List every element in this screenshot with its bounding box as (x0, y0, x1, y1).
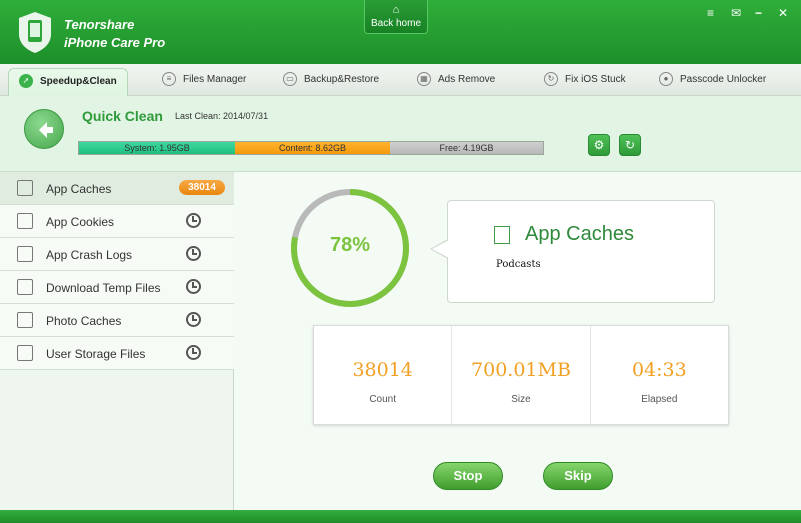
clock-icon (186, 345, 201, 360)
arrow-left-icon (39, 122, 53, 138)
minimize-icon[interactable]: − (755, 6, 762, 20)
feedback-icon[interactable]: ✉ (731, 6, 741, 20)
storage-free: Free: 4.19GB (390, 142, 543, 154)
sidebar-item-app-caches[interactable]: App Caches 38014 (0, 172, 234, 205)
last-clean-date: Last Clean: 2014/07/31 (175, 111, 269, 121)
sidebar-item-download-temp-files[interactable]: Download Temp Files (0, 271, 234, 304)
product-name: iPhone Care Pro (64, 35, 166, 50)
progress-percent: 78% (329, 234, 371, 256)
user-icon: ● (659, 72, 673, 87)
brand-name: Tenorshare (64, 17, 135, 32)
rocket-icon: ➚ (19, 74, 33, 89)
stat-value: 700.01MB (471, 359, 571, 381)
main-tabs: ➚ Speedup&Clean ≡ Files Manager ▭ Backup&Re… (0, 64, 801, 98)
stat-value: 38014 (352, 359, 413, 381)
storage-icon (17, 345, 33, 361)
stop-button[interactable]: Stop (433, 462, 503, 490)
quick-clean-panel: Quick Clean Last Clean: 2014/07/31 Syste… (0, 96, 801, 172)
files-icon: ≡ (162, 72, 176, 87)
stat-elapsed: 04:33 Elapsed (591, 326, 728, 424)
sidebar-item-label: App Cookies (46, 215, 115, 229)
tab-label: Fix iOS Stuck (565, 74, 626, 85)
tab-passcode-unlocker[interactable]: ● Passcode Unlocker (659, 64, 766, 96)
stat-value: 04:33 (631, 359, 687, 381)
app-logo-icon (19, 12, 51, 53)
title-bar: Tenorshare iPhone Care Pro ⌂ Back home ≡… (0, 0, 801, 64)
scan-stats: 38014 Count 700.01MB Size 04:33 Elapsed (313, 325, 729, 425)
tab-label: Files Manager (183, 74, 247, 85)
gear-icon: ⚙ (593, 138, 605, 152)
sidebar-item-app-crash-logs[interactable]: App Crash Logs (0, 238, 234, 271)
storage-content: Content: 8.62GB (235, 142, 390, 154)
sidebar-item-photo-caches[interactable]: Photo Caches (0, 304, 234, 337)
stat-caption: Count (369, 394, 396, 405)
home-icon: ⌂ (392, 4, 400, 16)
refresh-button[interactable]: ↻ (619, 134, 641, 156)
sidebar-item-label: Photo Caches (46, 314, 122, 328)
app-caches-icon (17, 180, 33, 196)
scan-panel: 78% App Caches Podcasts 38014 Count 700.… (235, 172, 801, 510)
sidebar-item-user-storage-files[interactable]: User Storage Files (0, 337, 234, 370)
tab-label: Backup&Restore (304, 74, 380, 85)
grid-icon: ▦ (417, 72, 431, 87)
sidebar-item-label: Download Temp Files (46, 281, 161, 295)
status-bar (0, 510, 801, 523)
storage-bar: System: 1.95GB Content: 8.62GB Free: 4.1… (78, 141, 544, 155)
tab-label: Ads Remove (438, 74, 496, 85)
count-badge: 38014 (179, 180, 225, 195)
category-sidebar: App Caches 38014 App Cookies App Crash L… (0, 172, 234, 510)
stat-count: 38014 Count (314, 326, 453, 424)
app-caches-icon (494, 226, 510, 244)
back-home-label: Back home (370, 18, 422, 29)
close-icon[interactable]: ✕ (778, 6, 788, 20)
stat-size: 700.01MB Size (452, 326, 591, 424)
photo-icon (17, 312, 33, 328)
clock-icon (186, 213, 201, 228)
scan-info-bubble: App Caches Podcasts (430, 200, 715, 303)
skip-button[interactable]: Skip (543, 462, 613, 490)
tab-fix-ios-stuck[interactable]: ↻ Fix iOS Stuck (544, 64, 626, 96)
cookies-icon (17, 213, 33, 229)
back-button[interactable] (24, 109, 64, 149)
stat-caption: Size (511, 394, 531, 405)
fix-icon: ↻ (544, 72, 558, 87)
storage-system: System: 1.95GB (79, 142, 235, 154)
clock-icon (186, 246, 201, 261)
tab-label: Speedup&Clean (40, 76, 117, 87)
refresh-icon: ↻ (624, 138, 636, 152)
clock-icon (186, 312, 201, 327)
download-icon (17, 279, 33, 295)
scan-current-item: Podcasts (496, 259, 541, 270)
tab-files-manager[interactable]: ≡ Files Manager (162, 64, 246, 96)
sidebar-item-label: App Caches (46, 182, 112, 196)
settings-button[interactable]: ⚙ (588, 134, 610, 156)
stat-caption: Elapsed (641, 394, 678, 405)
sidebar-item-label: App Crash Logs (46, 248, 133, 262)
sidebar-item-app-cookies[interactable]: App Cookies (0, 205, 234, 238)
folder-icon: ▭ (283, 72, 297, 87)
tab-backup-restore[interactable]: ▭ Backup&Restore (283, 64, 379, 96)
menu-icon[interactable]: ≡ (707, 6, 714, 20)
back-home-button[interactable]: ⌂ Back home (364, 0, 428, 34)
crash-logs-icon (17, 246, 33, 262)
page-title: Quick Clean (82, 108, 163, 124)
tab-ads-remove[interactable]: ▦ Ads Remove (417, 64, 495, 96)
sidebar-item-label: User Storage Files (46, 347, 146, 361)
tab-speedup-clean[interactable]: ➚ Speedup&Clean (8, 68, 128, 98)
tab-label: Passcode Unlocker (680, 74, 767, 85)
clock-icon (186, 279, 201, 294)
scan-category-title: App Caches (525, 223, 634, 245)
